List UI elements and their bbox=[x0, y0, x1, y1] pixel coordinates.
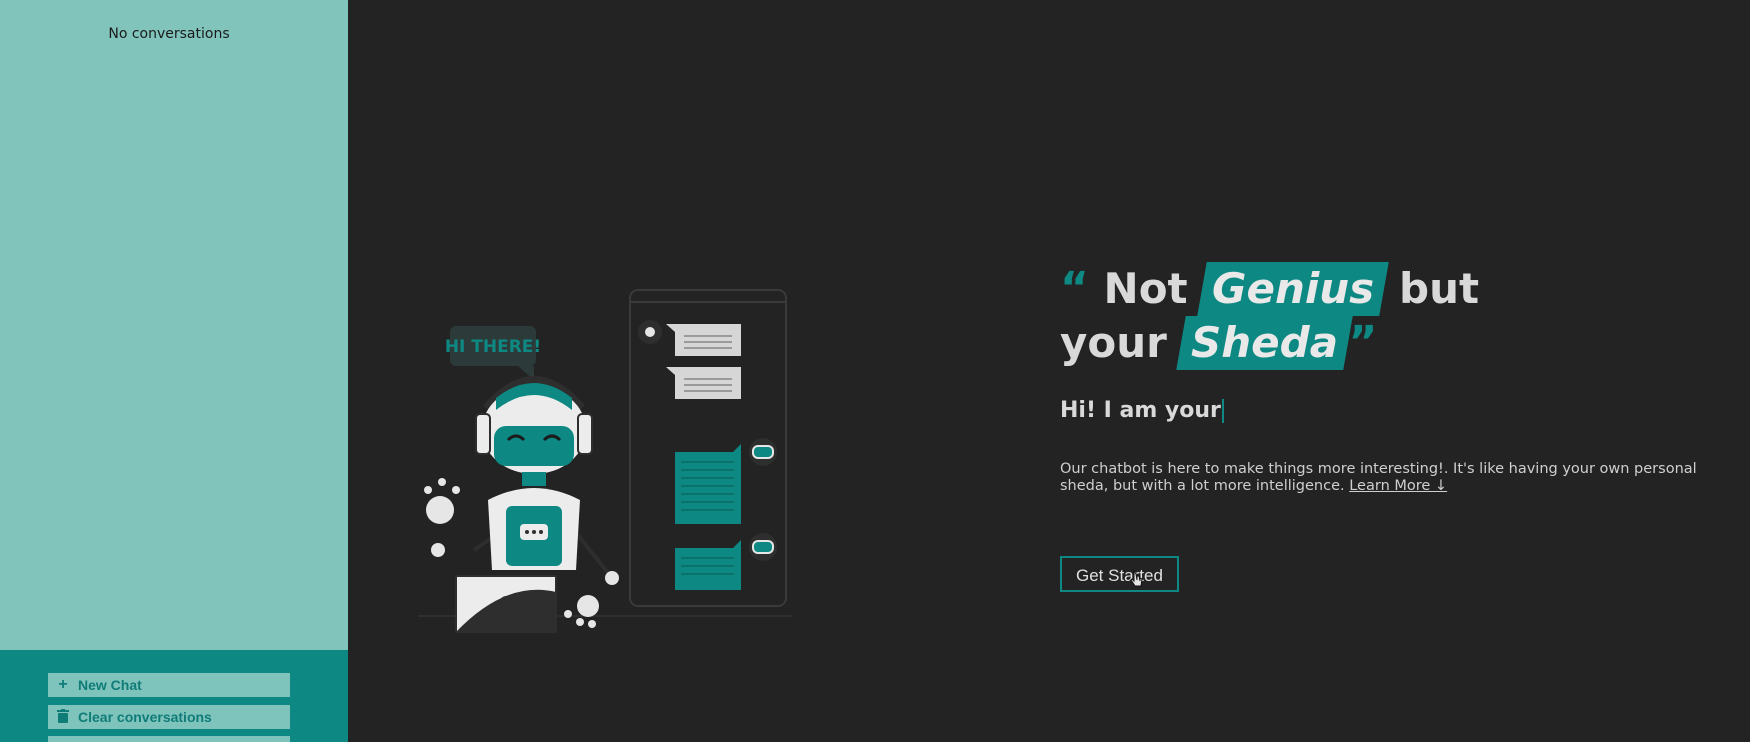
typing-text: Hi! I am your bbox=[1060, 398, 1221, 423]
pointer-cursor-icon bbox=[1130, 569, 1143, 586]
headline-word-not: Not bbox=[1103, 264, 1188, 313]
robot-chat-illustration: HI THERE! bbox=[408, 280, 808, 640]
headline-word-your: your bbox=[1060, 318, 1167, 367]
get-started-button[interactable]: Get Started bbox=[1060, 555, 1179, 592]
trash-icon bbox=[56, 708, 70, 726]
description: Our chatbot is here to make things more … bbox=[1060, 461, 1740, 495]
hi-there-bubble-text: HI THERE! bbox=[445, 337, 541, 357]
plus-icon: + bbox=[58, 676, 68, 693]
learn-more-link[interactable]: Learn More ↓ bbox=[1349, 478, 1447, 494]
sidebar: No conversations + New Chat Clear conver… bbox=[0, 0, 348, 742]
headline: “ Not Genius but your Sheda” bbox=[1060, 262, 1740, 370]
typing-line: Hi! I am your bbox=[1060, 398, 1740, 423]
typing-caret bbox=[1221, 399, 1224, 423]
sidebar-next-button-partial[interactable] bbox=[48, 736, 290, 742]
headline-word-but: but bbox=[1399, 264, 1480, 313]
new-chat-button[interactable]: + New Chat bbox=[48, 673, 290, 697]
close-quote: ” bbox=[1348, 317, 1378, 368]
new-chat-label: New Chat bbox=[78, 677, 142, 693]
hero-section: “ Not Genius but your Sheda” Hi! I am yo… bbox=[1060, 262, 1740, 592]
clear-conversations-label: Clear conversations bbox=[78, 709, 212, 725]
no-conversations-text: No conversations bbox=[108, 26, 230, 42]
get-started-label: Get Started bbox=[1076, 565, 1163, 585]
clear-conversations-button[interactable]: Clear conversations bbox=[48, 705, 290, 729]
highlight-genius: Genius bbox=[1197, 262, 1390, 316]
highlight-sheda: Sheda bbox=[1176, 316, 1354, 370]
open-quote: “ bbox=[1060, 263, 1089, 314]
